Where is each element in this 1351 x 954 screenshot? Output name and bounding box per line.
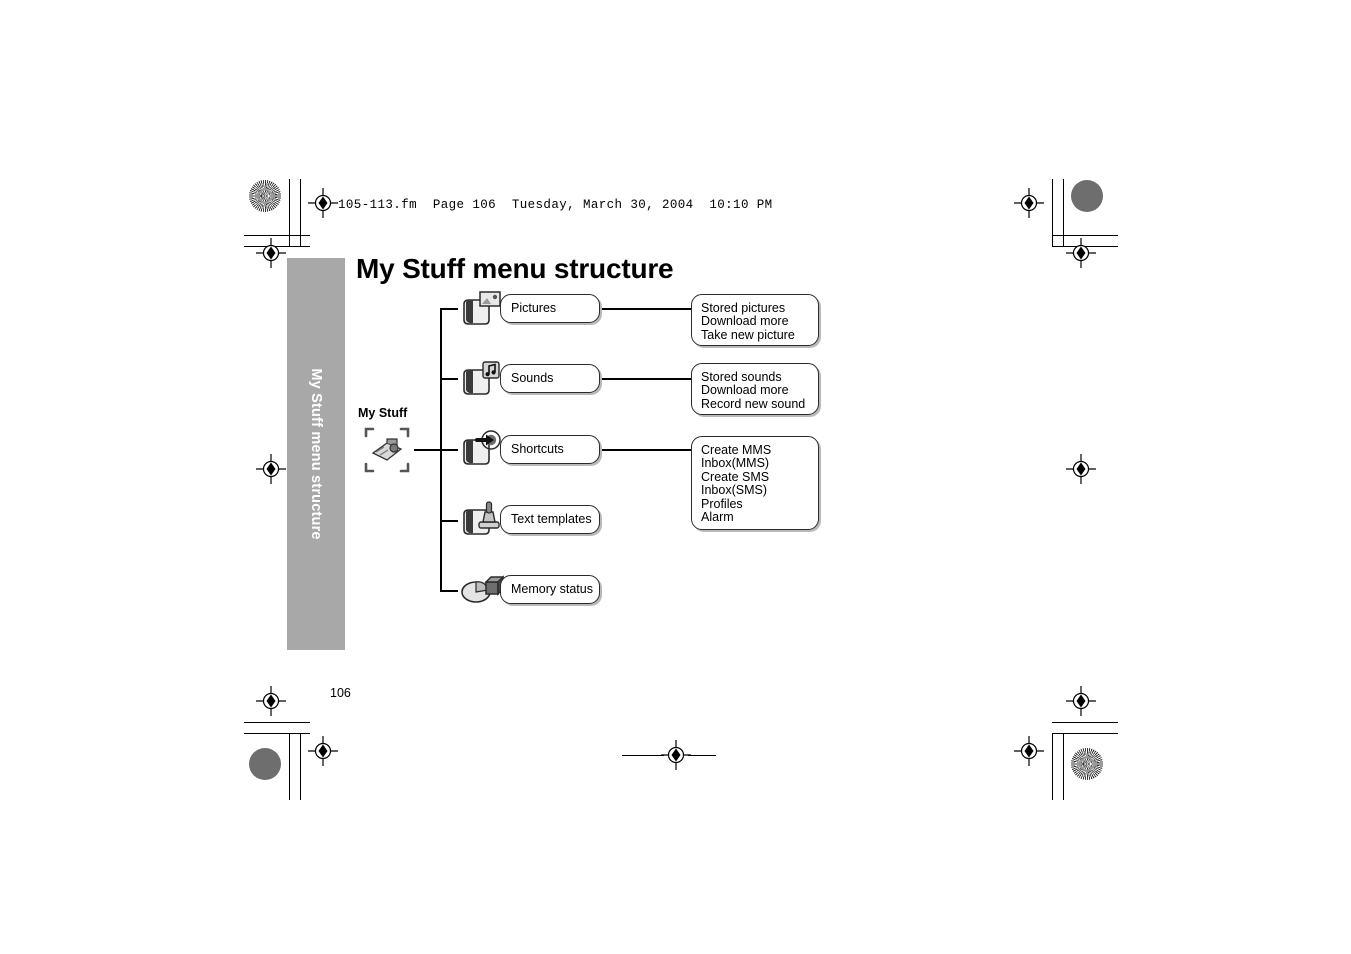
- registration-target: [1066, 686, 1096, 716]
- detail-box-sounds: Stored sounds Download more Record new s…: [691, 363, 819, 415]
- menu-box-label: Shortcuts: [511, 442, 564, 457]
- tree-branch: [440, 308, 458, 310]
- registration-target: [1066, 238, 1096, 268]
- menu-box-pictures[interactable]: Pictures: [500, 294, 600, 323]
- crop-mark-line: [1063, 179, 1064, 246]
- registration-target: [661, 740, 691, 770]
- tree-link-sounds: [600, 378, 692, 380]
- detail-item: Take new picture: [701, 327, 795, 342]
- folder-stamp-icon: [458, 498, 504, 540]
- detail-item: Inbox(MMS): [701, 456, 770, 471]
- tree-branch: [440, 449, 458, 451]
- folder-music-note-icon: [458, 358, 504, 400]
- crop-mark-line: [1063, 733, 1064, 800]
- crop-mark-line: [289, 179, 290, 246]
- solid-density-mark: [1071, 180, 1103, 212]
- crop-mark-line: [1052, 733, 1053, 800]
- detail-item: Inbox(SMS): [701, 483, 767, 498]
- registration-target: [308, 188, 338, 218]
- menu-box-memory-status[interactable]: Memory status: [500, 575, 600, 604]
- star-target-mark: [1071, 748, 1103, 780]
- registration-target: [1014, 188, 1044, 218]
- registration-target: [308, 736, 338, 766]
- menu-box-label: Sounds: [511, 371, 554, 386]
- tree-link-shortcuts: [600, 449, 692, 451]
- root-node-label: My Stuff: [358, 406, 408, 420]
- menu-box-label: Text templates: [511, 512, 592, 527]
- crop-mark-line: [1052, 733, 1118, 734]
- detail-box-pictures: Stored pictures Download more Take new p…: [691, 294, 819, 346]
- manual-page: 105-113.fm Page 106 Tuesday, March 30, 2…: [0, 0, 1351, 954]
- registration-target: [256, 686, 286, 716]
- crop-mark-line: [289, 733, 290, 800]
- page-number: 106: [330, 686, 351, 700]
- detail-item: Stored sounds: [701, 370, 782, 384]
- crop-mark-line: [688, 755, 716, 756]
- detail-item: Profiles: [701, 496, 743, 511]
- crop-mark-line: [300, 179, 301, 246]
- detail-box-shortcuts: Create MMS Inbox(MMS) Create SMS Inbox(S…: [691, 436, 819, 530]
- registration-target: [1014, 736, 1044, 766]
- crop-mark-line: [244, 722, 310, 723]
- registration-target: [256, 238, 286, 268]
- star-target-mark: [249, 180, 281, 212]
- registration-target: [1066, 454, 1096, 484]
- chapter-side-tab-label: My Stuff menu structure: [308, 368, 324, 540]
- tree-branch: [440, 378, 458, 380]
- page-title: My Stuff menu structure: [356, 253, 674, 284]
- solid-density-mark: [249, 748, 281, 780]
- menu-box-shortcuts[interactable]: Shortcuts: [500, 435, 600, 464]
- menu-box-text-templates[interactable]: Text templates: [500, 505, 600, 534]
- folder-picture-icon: [458, 288, 504, 330]
- crop-mark-line: [300, 733, 301, 800]
- chapter-side-tab: My Stuff menu structure: [287, 258, 345, 650]
- crop-mark-line: [1052, 235, 1118, 236]
- menu-box-sounds[interactable]: Sounds: [500, 364, 600, 393]
- tree-stem: [414, 449, 440, 451]
- detail-item: Stored pictures: [701, 301, 786, 315]
- tree-link-pictures: [600, 308, 692, 310]
- detail-item: Alarm: [701, 510, 734, 525]
- crop-mark-line: [1052, 179, 1053, 246]
- tree-branch: [440, 520, 458, 522]
- tree-branch: [440, 590, 458, 592]
- file-slug-line: 105-113.fm Page 106 Tuesday, March 30, 2…: [338, 198, 773, 212]
- detail-item: Create MMS: [701, 443, 772, 457]
- detail-item: Record new sound: [701, 396, 806, 411]
- folder-arrow-icon: [458, 428, 504, 470]
- crop-mark-line: [622, 755, 664, 756]
- detail-item: Create SMS: [701, 469, 770, 484]
- menu-box-label: Pictures: [511, 301, 557, 316]
- crop-mark-line: [1052, 722, 1118, 723]
- my-stuff-bracket-icon: [361, 424, 413, 476]
- detail-item: Download more: [701, 383, 789, 398]
- menu-box-label: Memory status: [511, 582, 593, 597]
- detail-item: Download more: [701, 314, 789, 329]
- memory-pie-icon: [458, 568, 505, 610]
- registration-target: [256, 454, 286, 484]
